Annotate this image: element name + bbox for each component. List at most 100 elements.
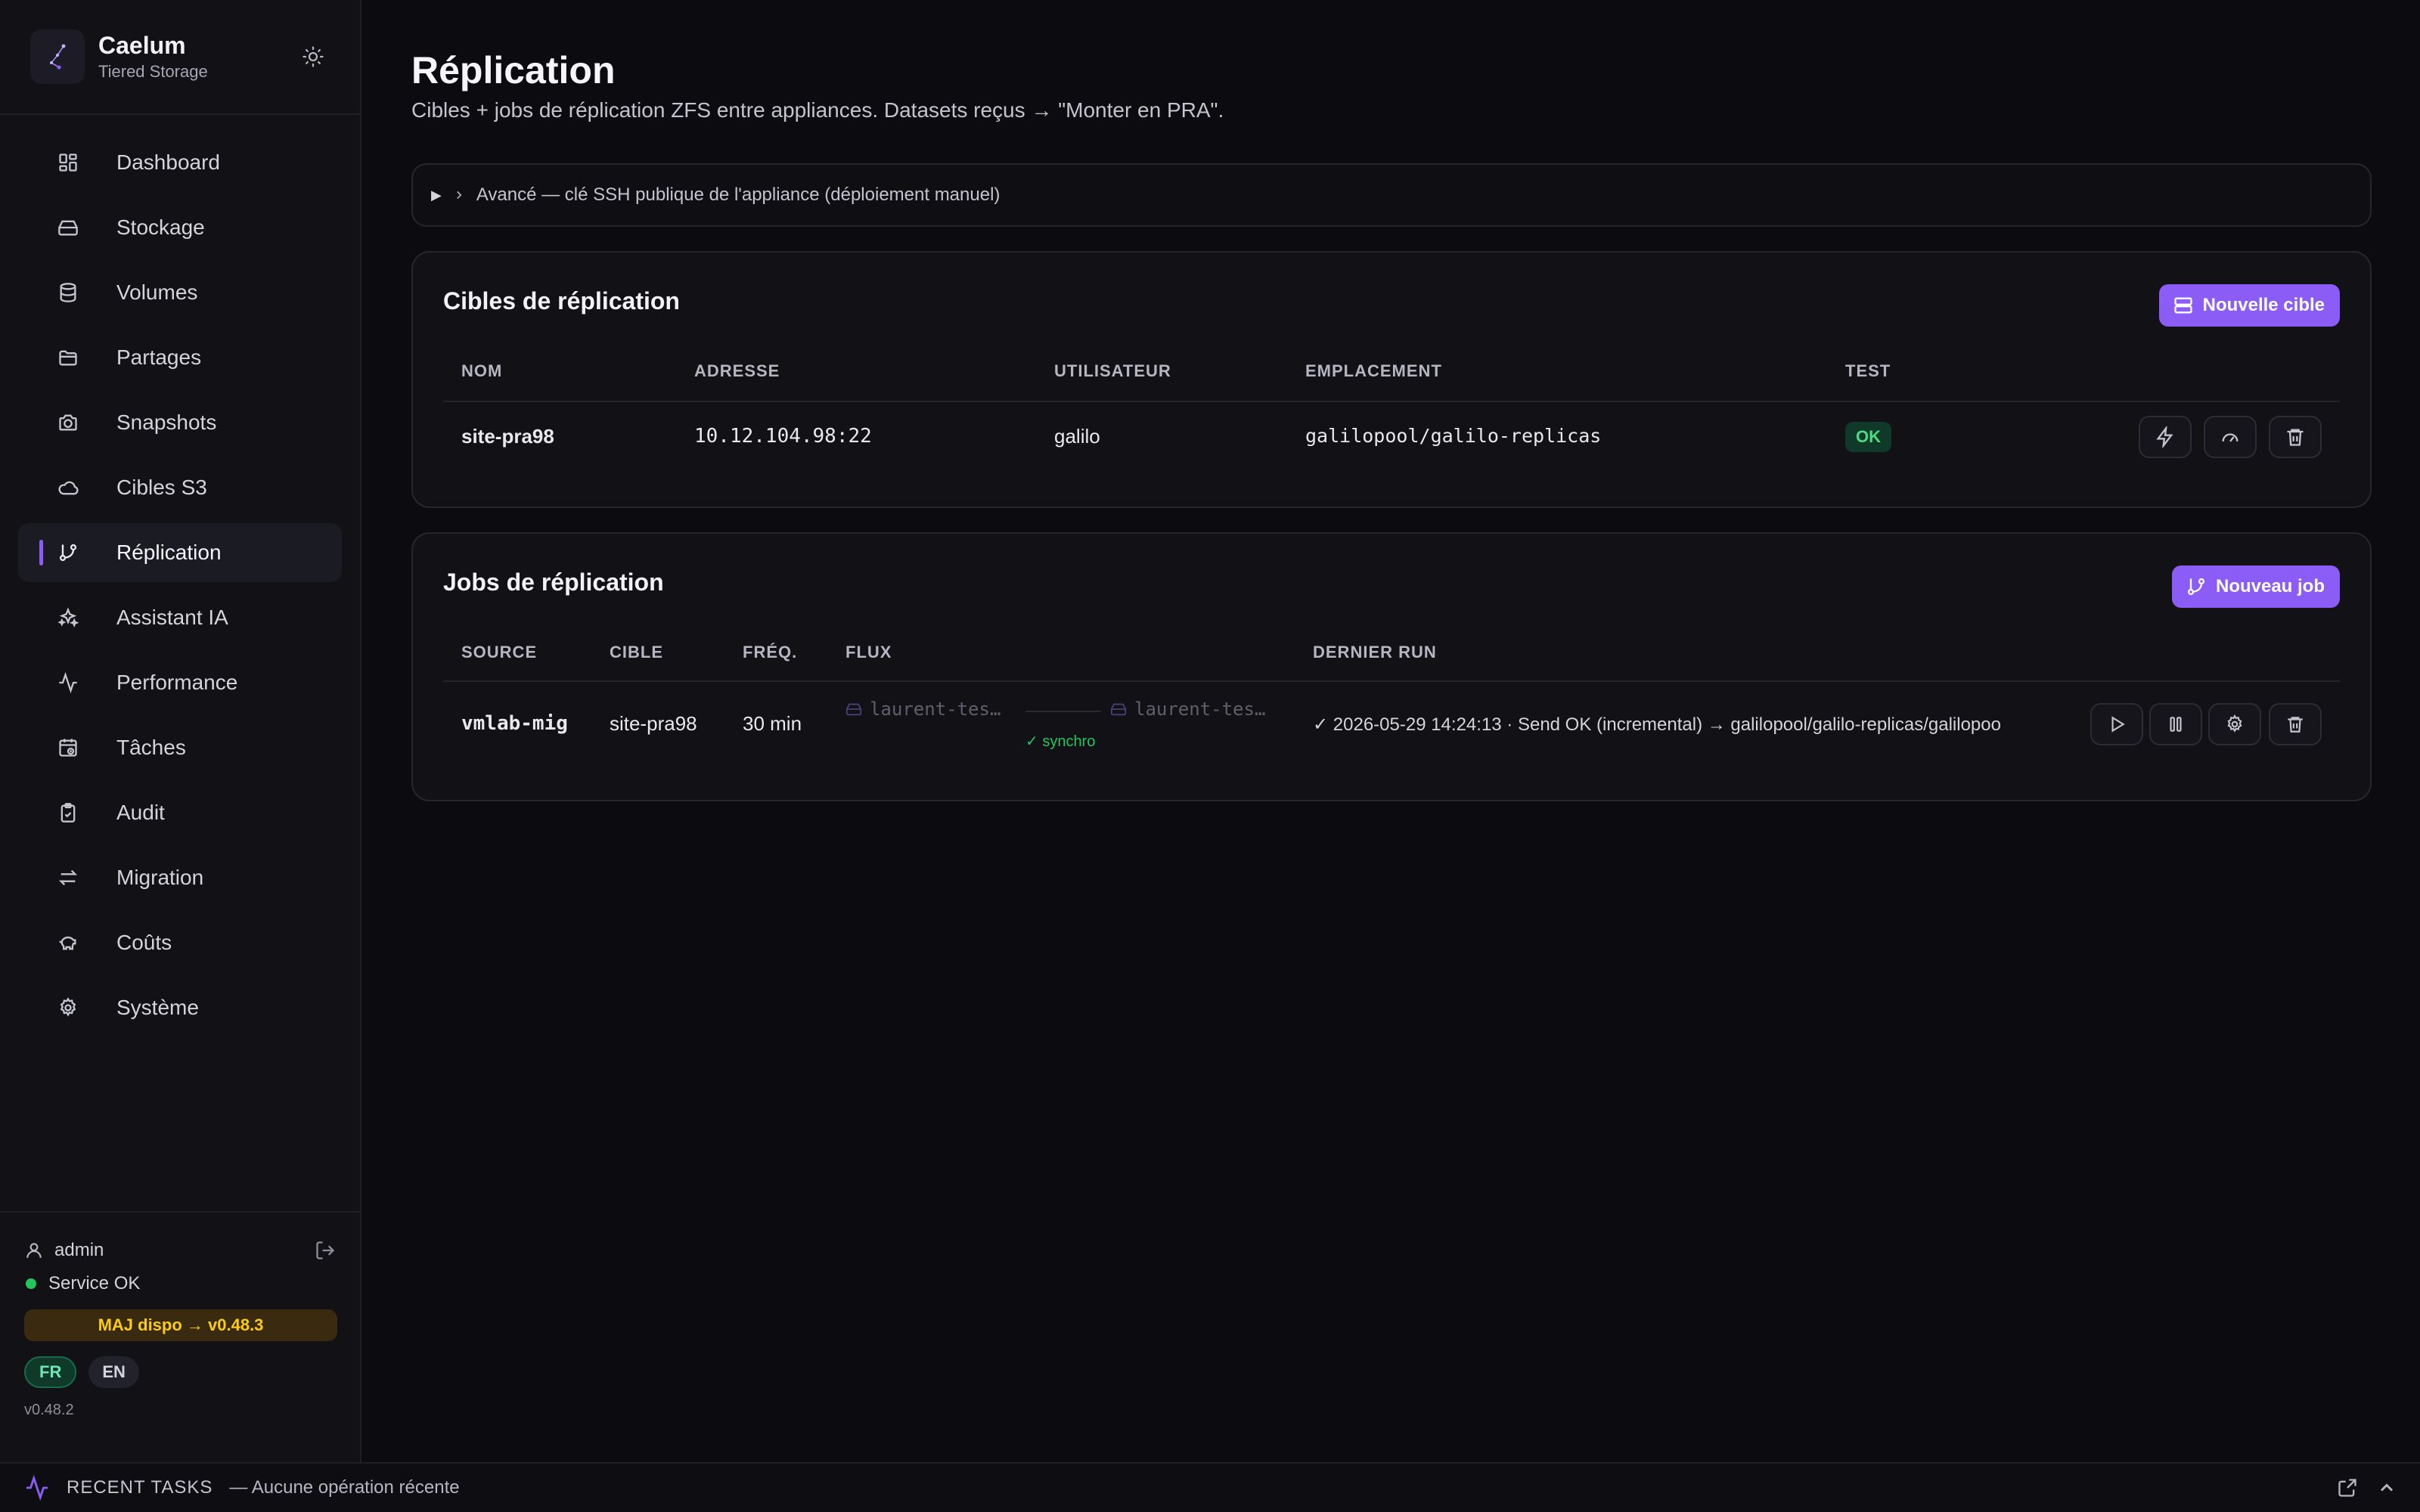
sidebar-item-taches[interactable]: Tâches <box>18 718 342 777</box>
sidebar-item-stockage[interactable]: Stockage <box>18 198 342 257</box>
sidebar-item-dashboard[interactable]: Dashboard <box>18 133 342 192</box>
play-icon <box>2111 716 2125 733</box>
sidebar-item-snapshots[interactable]: Snapshots <box>18 393 342 452</box>
jobs-card: Jobs de réplication Nouveau job SOURCE C… <box>411 532 2372 801</box>
col-header-source: SOURCE <box>461 643 538 662</box>
logout-icon[interactable] <box>315 1240 336 1261</box>
username: admin <box>54 1240 104 1260</box>
job-settings-button[interactable] <box>2208 703 2261 745</box>
brand-subtitle: Tiered Storage <box>98 62 208 81</box>
recent-tasks-bar[interactable]: RECENT TASKS — Aucune opération récente <box>0 1462 2420 1512</box>
git-branch-icon <box>2187 578 2205 596</box>
sun-icon <box>302 46 324 67</box>
flux-destination: laurent-tes… <box>1110 699 1265 720</box>
flux-source-label: laurent-tes… <box>870 699 1001 720</box>
new-target-button[interactable]: Nouvelle cible <box>2158 284 2340 327</box>
delete-target-button[interactable] <box>2269 416 2322 458</box>
sidebar-item-label: Partages <box>116 345 202 369</box>
lang-en-button[interactable]: EN <box>88 1356 139 1388</box>
clipboard-check-icon <box>60 803 76 823</box>
folder-icon <box>59 350 77 366</box>
table-divider <box>443 401 2340 402</box>
sidebar-item-volumes[interactable]: Volumes <box>18 263 342 322</box>
status-dot-icon <box>26 1278 36 1289</box>
sidebar-item-audit[interactable]: Audit <box>18 783 342 842</box>
sidebar-footer: admin Service OK MAJ dispo → v0.48.3 FR … <box>0 1211 360 1462</box>
target-address: 10.12.104.98:22 <box>694 425 872 448</box>
piggy-bank-icon <box>59 936 76 950</box>
col-header-adresse: ADRESSE <box>694 361 780 380</box>
job-frequency: 30 min <box>743 712 802 735</box>
brand-name: Caelum <box>98 32 186 59</box>
pause-job-button[interactable] <box>2149 703 2202 745</box>
sidebar-item-migration[interactable]: Migration <box>18 848 342 907</box>
sidebar-item-cibles-s3[interactable]: Cibles S3 <box>18 458 342 517</box>
new-target-label: Nouvelle cible <box>2202 295 2325 315</box>
sidebar-item-replication[interactable]: Réplication <box>18 523 342 582</box>
target-name: site-pra98 <box>461 425 554 448</box>
flux-connector <box>1025 711 1101 712</box>
col-header-freq: FRÉQ. <box>743 643 798 662</box>
delete-job-button[interactable] <box>2269 703 2322 745</box>
git-branch-icon <box>59 544 77 562</box>
dashboard-icon <box>59 153 77 172</box>
sidebar-item-label: Dashboard <box>116 150 220 174</box>
sparkles-icon <box>57 607 79 628</box>
target-user: galilo <box>1054 425 1100 448</box>
col-header-cible: CIBLE <box>610 643 663 662</box>
sidebar-item-label: Snapshots <box>116 411 217 434</box>
lightning-icon <box>2156 426 2173 448</box>
external-link-icon[interactable] <box>2337 1477 2358 1498</box>
jobs-title: Jobs de réplication <box>443 569 664 596</box>
new-job-button[interactable]: Nouveau job <box>2171 565 2340 608</box>
job-target: site-pra98 <box>610 712 697 735</box>
new-job-label: Nouveau job <box>2215 576 2325 596</box>
flux-sync-status: ✓ synchro <box>1025 733 1096 750</box>
user-icon <box>26 1243 42 1258</box>
recent-tasks-message: — Aucune opération récente <box>229 1477 460 1498</box>
col-header-flux: FLUX <box>845 643 892 662</box>
sidebar-item-couts[interactable]: Coûts <box>18 913 342 972</box>
trash-icon <box>2287 429 2304 446</box>
brand-header: Caelum Tiered Storage <box>0 0 360 115</box>
gauge-icon <box>2222 433 2238 442</box>
sidebar-item-partages[interactable]: Partages <box>18 328 342 387</box>
gear-icon <box>60 997 76 1017</box>
sidebar-item-label: Cibles S3 <box>116 476 207 499</box>
benchmark-button[interactable] <box>2204 416 2257 458</box>
disk-icon <box>1110 703 1127 716</box>
database-icon <box>60 283 76 302</box>
sidebar-item-label: Système <box>116 996 199 1019</box>
lang-fr-button[interactable]: FR <box>24 1356 77 1388</box>
sidebar-item-systeme[interactable]: Système <box>18 978 342 1037</box>
update-available-badge[interactable]: MAJ dispo → v0.48.3 <box>24 1309 337 1341</box>
advanced-ssh-key-disclosure[interactable]: ▶ Avancé — clé SSH publique de l'applian… <box>411 163 2372 227</box>
user-row: admin <box>24 1234 336 1267</box>
sidebar-item-label: Réplication <box>116 541 222 564</box>
sidebar-item-performance[interactable]: Performance <box>18 653 342 712</box>
table-divider <box>443 680 2340 682</box>
col-header-dernier-run: DERNIER RUN <box>1313 643 1437 662</box>
page-title: Réplication <box>411 49 616 91</box>
run-job-button[interactable] <box>2090 703 2143 745</box>
sidebar-item-label: Assistant IA <box>116 606 228 629</box>
trash-icon <box>2288 717 2303 733</box>
chevron-up-icon[interactable] <box>2376 1477 2397 1498</box>
storage-icon <box>58 220 78 236</box>
sidebar: Caelum Tiered Storage Dashboard Stockage… <box>0 0 361 1462</box>
flux-destination-label: laurent-tes… <box>1134 699 1266 720</box>
col-header-test: TEST <box>1845 361 1891 380</box>
col-header-utilisateur: UTILISATEUR <box>1054 361 1171 380</box>
calendar-clock-icon <box>59 739 77 757</box>
test-status-badge: OK <box>1845 422 1891 452</box>
target-location: galilopool/galilo-replicas <box>1305 425 1602 447</box>
flux-source: laurent-tes… <box>845 699 1001 720</box>
test-connection-button[interactable] <box>2139 416 2192 458</box>
targets-card: Cibles de réplication Nouvelle cible NOM… <box>411 251 2372 508</box>
theme-toggle-button[interactable] <box>296 40 330 73</box>
camera-icon <box>59 414 77 431</box>
disk-icon <box>845 703 862 716</box>
chevron-right-icon <box>456 191 462 200</box>
sidebar-item-assistant-ia[interactable]: Assistant IA <box>18 588 342 647</box>
sidebar-item-label: Stockage <box>116 215 205 239</box>
